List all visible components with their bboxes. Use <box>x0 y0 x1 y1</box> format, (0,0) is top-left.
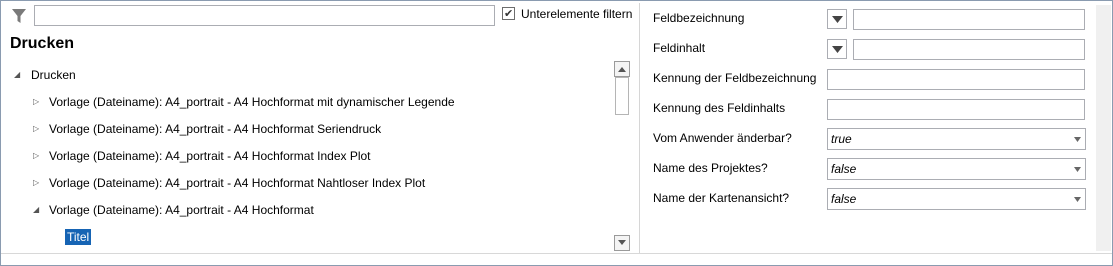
feldbezeichnung-label: Feldbezeichnung <box>653 11 745 25</box>
kartenansicht-name-select[interactable]: false <box>827 188 1086 210</box>
expand-arrow-icon[interactable]: ▷ <box>33 92 39 112</box>
filter-subelements-label[interactable]: Unterelemente filtern <box>521 7 632 21</box>
projekt-name-label: Name des Projektes? <box>653 161 768 175</box>
feldinhalt-dropdown-button[interactable] <box>827 39 847 59</box>
tree-item-label: Vorlage (Dateiname): A4_portrait - A4 Ho… <box>49 176 426 190</box>
feldbezeichnung-dropdown-button[interactable] <box>827 9 847 29</box>
chevron-down-icon <box>832 46 843 53</box>
tree-view[interactable]: ◢ Drucken ▷ Vorlage (Dateiname): A4_port… <box>1 61 613 251</box>
chevron-down-icon <box>832 16 843 23</box>
filter-subelements-checkbox[interactable]: ✔ <box>502 7 515 20</box>
main-frame: ✔ Unterelemente filtern Drucken ◢ Drucke… <box>0 0 1113 266</box>
tree-item-label: Vorlage (Dateiname): A4_portrait - A4 Ho… <box>49 203 314 217</box>
tree-item-label: Vorlage (Dateiname): A4_portrait - A4 Ho… <box>49 122 382 136</box>
bottom-separator <box>1 253 1112 254</box>
chevron-down-icon <box>1074 137 1081 142</box>
kennung-feldbezeichnung-label: Kennung der Feldbezeichnung <box>653 71 817 85</box>
anwender-aenderbar-label: Vom Anwender änderbar? <box>653 131 792 145</box>
tree-item-selected[interactable]: Titel <box>65 229 92 245</box>
collapse-arrow-icon[interactable]: ◢ <box>33 200 39 220</box>
scroll-down-button[interactable] <box>614 235 630 251</box>
chevron-down-icon <box>1074 197 1081 202</box>
scroll-up-button[interactable] <box>614 61 630 77</box>
tree-item-label: Vorlage (Dateiname): A4_portrait - A4 Ho… <box>49 149 371 163</box>
expand-arrow-icon[interactable]: ▷ <box>33 119 39 139</box>
panel-divider[interactable] <box>639 3 640 253</box>
kennung-feldbezeichnung-field[interactable] <box>827 69 1085 90</box>
property-scrollbar[interactable] <box>1096 5 1111 251</box>
kennung-feldinhalt-field[interactable] <box>827 99 1085 120</box>
panel-title: Drucken <box>10 35 75 52</box>
chevron-down-icon <box>1074 167 1081 172</box>
feldbezeichnung-field[interactable] <box>853 9 1085 30</box>
anwender-aenderbar-select[interactable]: true <box>827 128 1086 150</box>
projekt-name-select[interactable]: false <box>827 158 1086 180</box>
expand-arrow-icon[interactable]: ▷ <box>33 173 39 193</box>
feldinhalt-field[interactable] <box>853 39 1085 60</box>
select-value: false <box>831 192 857 206</box>
feldinhalt-label: Feldinhalt <box>653 41 706 55</box>
kennung-feldinhalt-label: Kennung des Feldinhalts <box>653 101 786 115</box>
collapse-arrow-icon[interactable]: ◢ <box>14 65 20 85</box>
tree-scrollbar[interactable] <box>614 61 630 251</box>
select-value: true <box>831 132 852 146</box>
filter-icon[interactable] <box>11 7 27 25</box>
arrow-down-icon <box>618 240 626 245</box>
checkmark-icon: ✔ <box>504 7 514 20</box>
filter-input[interactable] <box>34 5 495 26</box>
arrow-up-icon <box>618 67 626 72</box>
expand-arrow-icon[interactable]: ▷ <box>33 146 39 166</box>
kartenansicht-name-label: Name der Kartenansicht? <box>653 191 790 205</box>
tree-item-label: Vorlage (Dateiname): A4_portrait - A4 Ho… <box>49 95 455 109</box>
tree-item-label: Drucken <box>31 68 76 82</box>
scroll-thumb[interactable] <box>615 77 629 115</box>
select-value: false <box>831 162 857 176</box>
